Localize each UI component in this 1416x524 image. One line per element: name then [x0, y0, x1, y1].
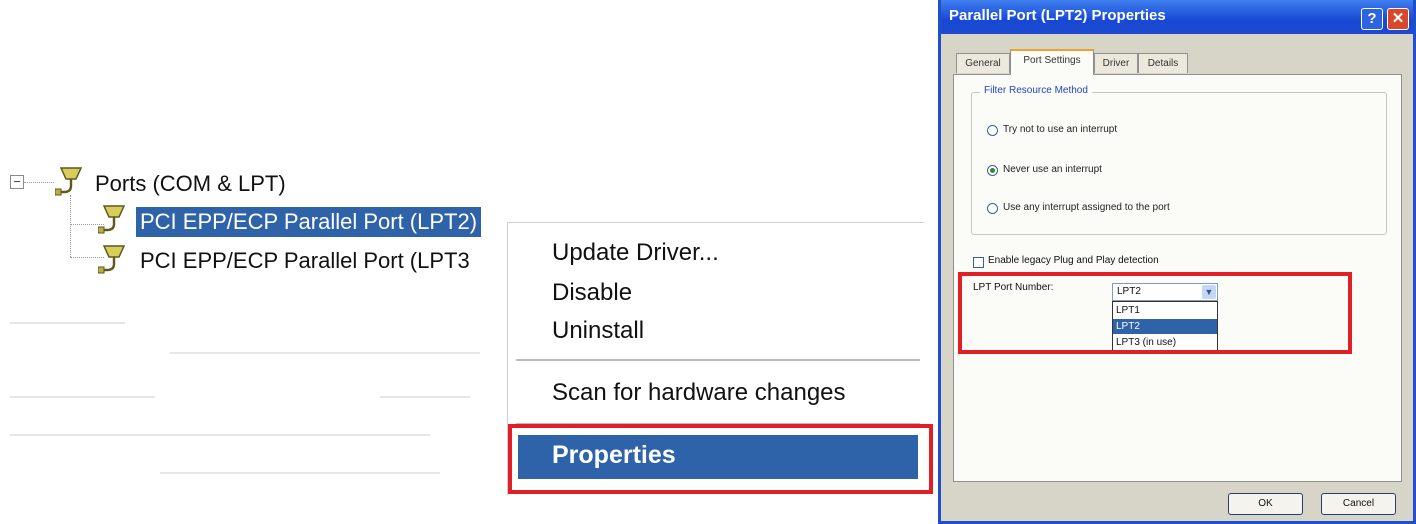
- radio-label: Use any interrupt assigned to the port: [1003, 202, 1170, 213]
- cancel-button[interactable]: Cancel: [1321, 493, 1396, 515]
- help-button[interactable]: ?: [1361, 8, 1383, 30]
- tab-driver[interactable]: Driver: [1094, 53, 1138, 73]
- menu-item-uninstall[interactable]: Uninstall: [552, 317, 644, 345]
- filter-group-title: Filter Resource Method: [980, 85, 1092, 96]
- filter-resource-group: Filter Resource Method Try not to use an…: [971, 85, 1387, 235]
- tree-line: [24, 182, 54, 183]
- blurred-text: [10, 322, 125, 324]
- tab-port-settings[interactable]: Port Settings: [1010, 49, 1094, 75]
- tree-line: [70, 195, 71, 257]
- ports-category-icon: [55, 167, 83, 196]
- radio-never-interrupt[interactable]: [987, 165, 998, 176]
- dialog-titlebar: Parallel Port (LPT2) Properties ? ✕: [941, 0, 1413, 34]
- menu-item-scan-hardware[interactable]: Scan for hardware changes: [552, 379, 846, 407]
- lpt-highlight-box: [958, 272, 1352, 354]
- radio-any-interrupt[interactable]: [987, 203, 998, 214]
- ok-button[interactable]: OK: [1228, 493, 1303, 515]
- legacy-pnp-label: Enable legacy Plug and Play detection: [988, 255, 1159, 266]
- dialog-title: Parallel Port (LPT2) Properties: [949, 7, 1166, 24]
- tab-general[interactable]: General: [956, 53, 1010, 73]
- menu-item-update-driver[interactable]: Update Driver...: [552, 239, 719, 267]
- ports-category-label[interactable]: Ports (COM & LPT): [95, 171, 286, 197]
- tree-item-lpt2[interactable]: PCI EPP/ECP Parallel Port (LPT2): [136, 207, 482, 237]
- blurred-text: [170, 352, 480, 354]
- collapse-toggle[interactable]: −: [10, 175, 24, 189]
- legacy-pnp-checkbox[interactable]: [973, 257, 984, 268]
- close-button[interactable]: ✕: [1387, 8, 1409, 30]
- radio-no-interrupt[interactable]: [987, 125, 998, 136]
- tab-details[interactable]: Details: [1138, 53, 1188, 73]
- blurred-text: [380, 396, 470, 398]
- parallel-port-icon: [98, 245, 126, 274]
- device-tree: − Ports (COM & LPT) PCI EPP/ECP Parallel…: [0, 0, 520, 524]
- parallel-port-icon: [98, 205, 126, 234]
- blurred-text: [160, 472, 440, 474]
- menu-separator: [516, 359, 920, 361]
- properties-dialog: Parallel Port (LPT2) Properties ? ✕ Gene…: [938, 0, 1416, 524]
- radio-label: Never use an interrupt: [1003, 164, 1102, 175]
- radio-label: Try not to use an interrupt: [1003, 124, 1118, 135]
- blurred-text: [10, 396, 155, 398]
- tree-item-lpt3[interactable]: PCI EPP/ECP Parallel Port (LPT3: [140, 248, 470, 274]
- menu-item-disable[interactable]: Disable: [552, 279, 632, 307]
- properties-highlight-box: [508, 424, 933, 494]
- blurred-text: [10, 434, 430, 436]
